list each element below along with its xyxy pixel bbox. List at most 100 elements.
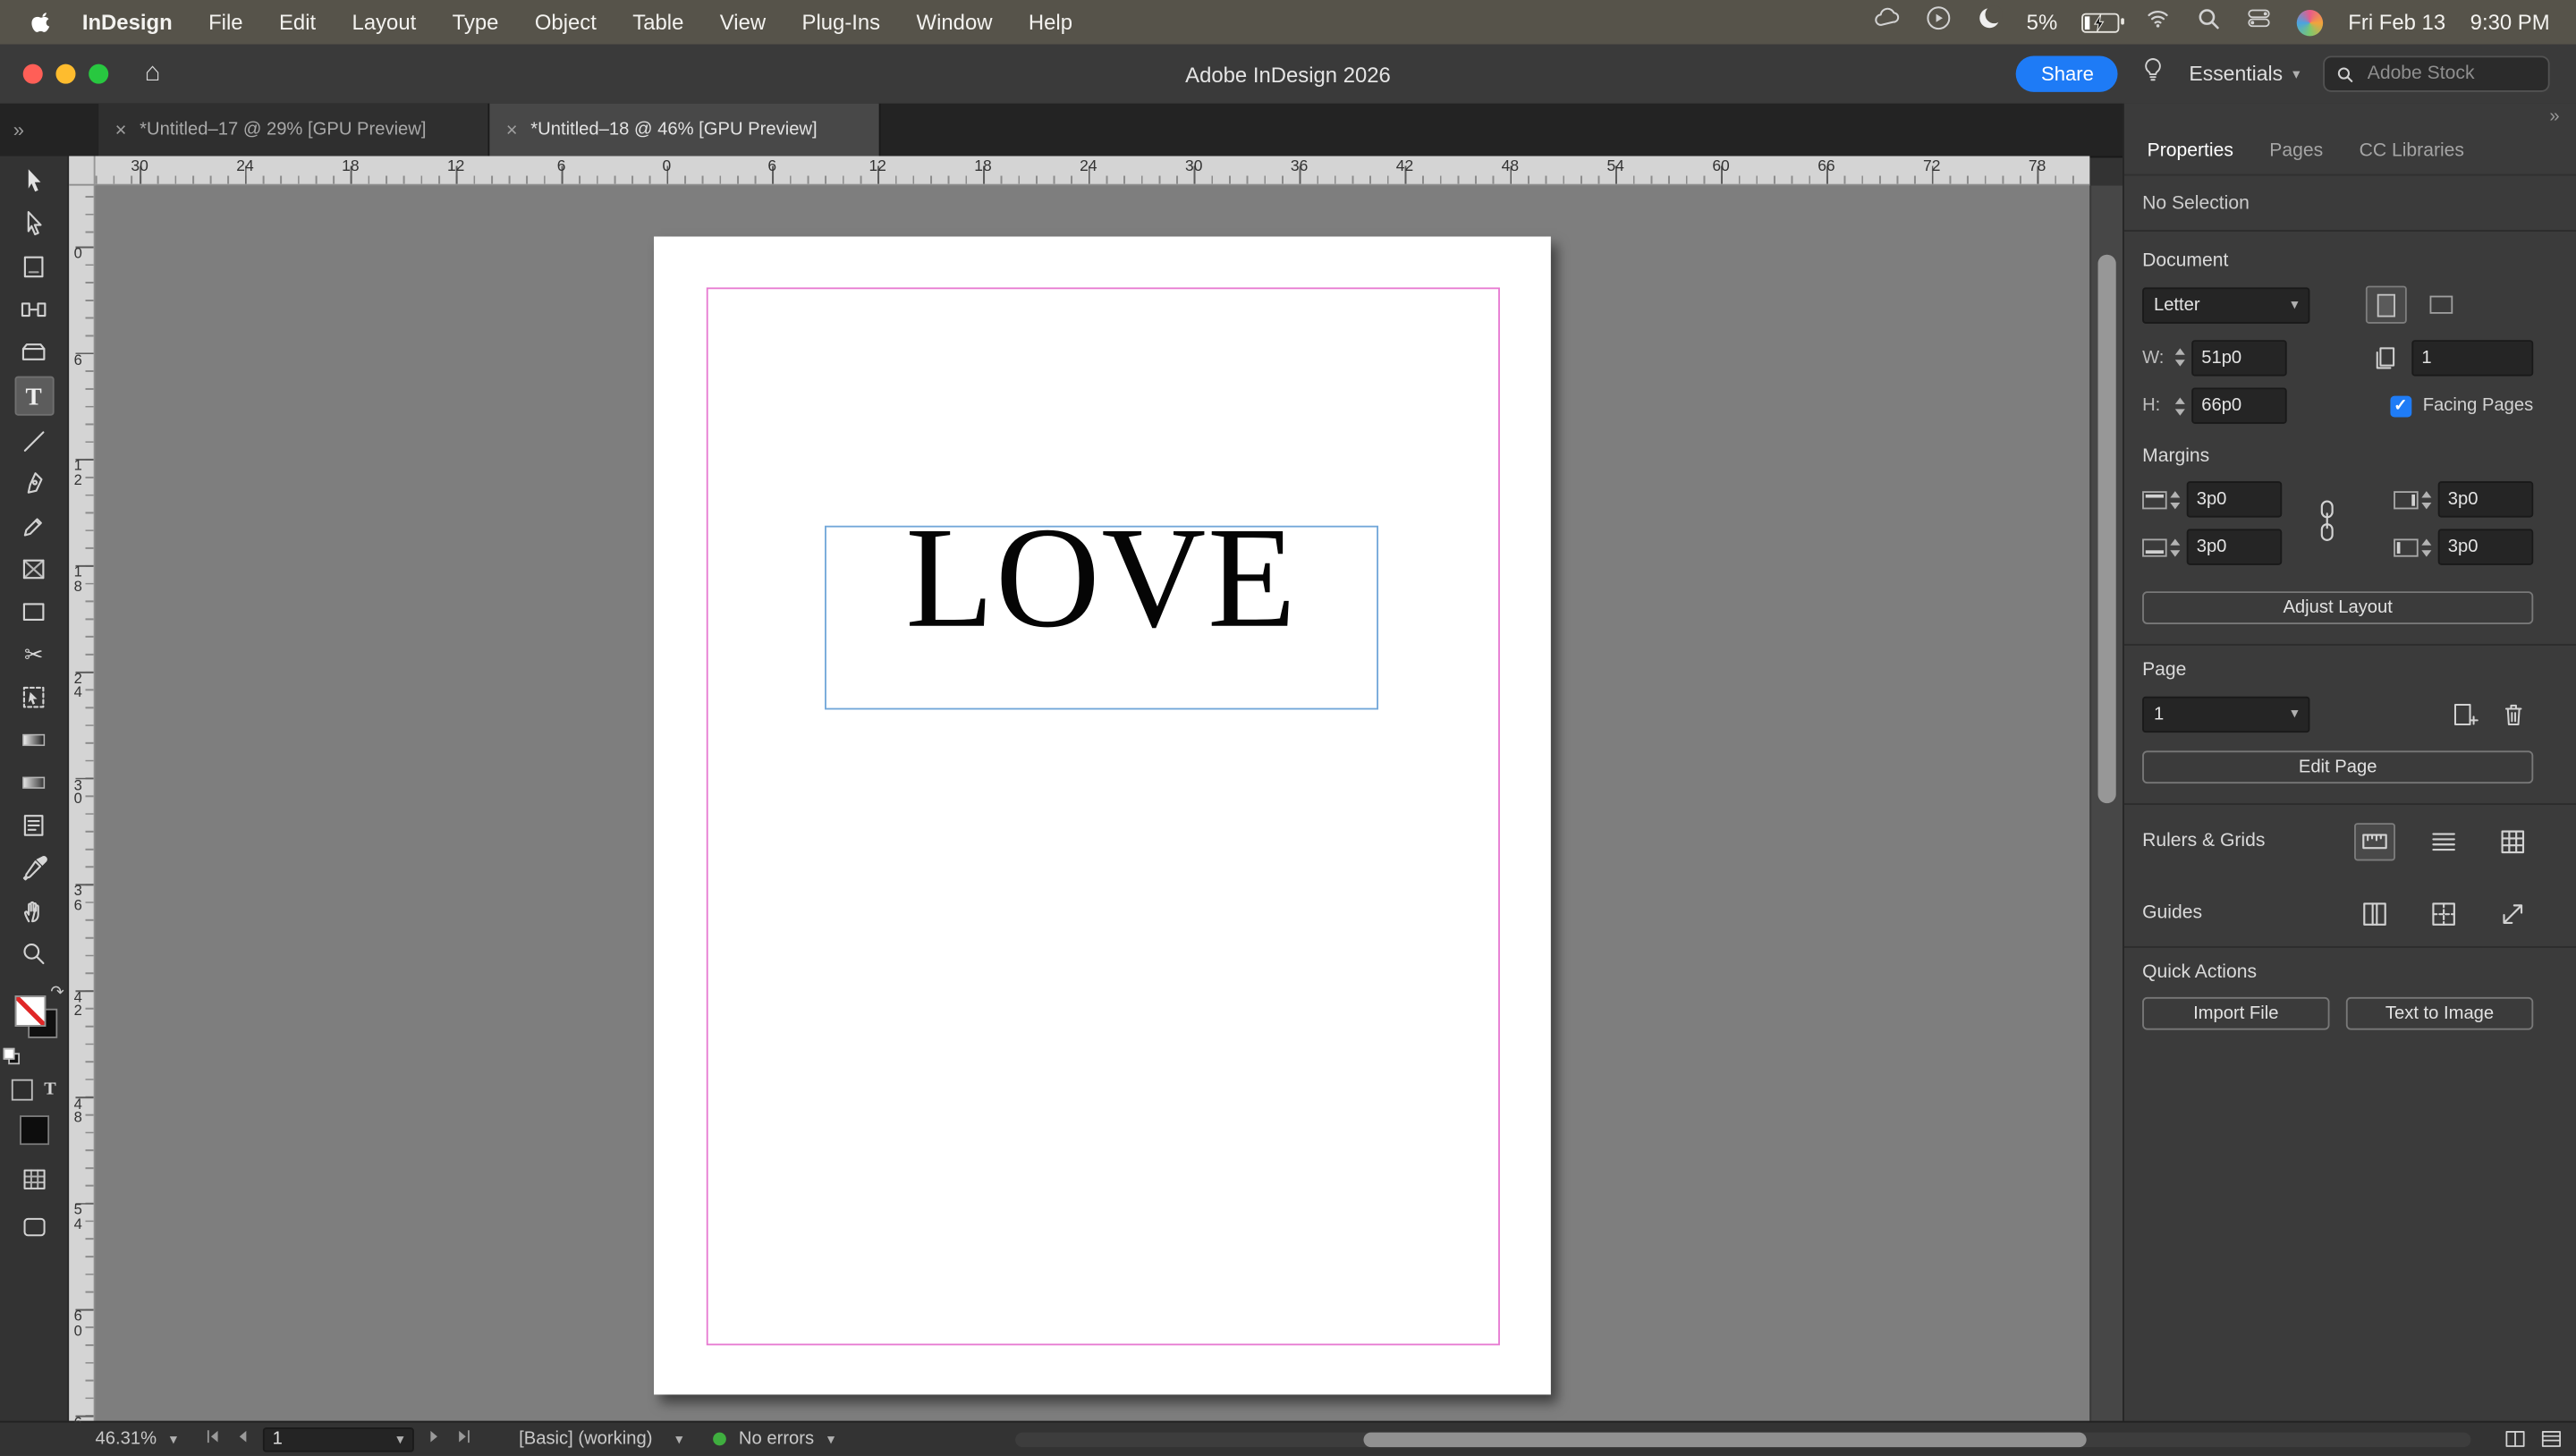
preflight-status[interactable]: No errors ▾ (712, 1430, 835, 1450)
fill-none-swatch[interactable] (14, 995, 47, 1027)
wifi-icon[interactable] (2145, 6, 2173, 38)
menu-table[interactable]: Table (614, 10, 701, 35)
stock-search-input[interactable] (2364, 62, 2537, 86)
height-stepper[interactable] (2174, 396, 2185, 415)
page-tool[interactable] (0, 245, 67, 288)
learn-bulb-icon[interactable] (2141, 55, 2166, 91)
rectangle-tool[interactable] (0, 589, 67, 632)
smart-guides-icon[interactable] (2492, 894, 2533, 932)
scissors-tool[interactable]: ✂ (0, 632, 67, 675)
apply-color-swatch[interactable] (19, 1115, 49, 1146)
document-tab-untitled-18[interactable]: × *Untitled–18 @ 46% [GPU Preview] (489, 103, 881, 157)
default-fill-stroke-icon[interactable] (3, 1047, 21, 1065)
panel-overflow-icon[interactable]: » (2549, 106, 2559, 125)
vertical-scrollbar-thumb[interactable] (2097, 254, 2116, 804)
guide-grid-icon[interactable] (2423, 894, 2464, 932)
orientation-portrait-button[interactable] (2365, 285, 2407, 324)
document-page[interactable]: LOVE (654, 236, 1551, 1395)
workspace-switcher[interactable]: Essentials ▾ (2189, 63, 2300, 86)
menu-object[interactable]: Object (517, 10, 614, 35)
user-avatar[interactable] (2297, 9, 2324, 36)
vertical-ruler[interactable]: 0 6 12 18 24 30 36 42 48 54 60 66 (69, 185, 96, 1424)
page-size-select[interactable]: Letter ▾ (2142, 286, 2310, 323)
margin-top-stepper[interactable] (2170, 490, 2181, 509)
margin-right-stepper[interactable] (2421, 490, 2432, 509)
tab-pages[interactable]: Pages (2269, 141, 2323, 161)
height-field[interactable] (2191, 387, 2287, 424)
menu-plugins[interactable]: Plug-Ins (784, 10, 898, 35)
horizontal-scrollbar-thumb[interactable] (1363, 1432, 2087, 1447)
selection-tool[interactable] (0, 159, 67, 202)
rectangle-frame-tool[interactable] (0, 547, 67, 590)
text-frame[interactable]: LOVE (825, 507, 1379, 710)
formatting-container-icon[interactable] (11, 1079, 33, 1101)
document-grid-icon[interactable] (2492, 822, 2533, 859)
menu-layout[interactable]: Layout (334, 10, 434, 35)
content-collector-tool[interactable] (0, 330, 67, 373)
margin-bottom-field[interactable] (2186, 529, 2283, 565)
line-tool[interactable] (0, 419, 67, 461)
menubar-date[interactable]: Fri Feb 13 (2348, 10, 2445, 35)
menu-file[interactable]: File (191, 10, 261, 35)
ruler-origin-corner[interactable] (69, 156, 96, 186)
width-field[interactable] (2191, 339, 2287, 376)
play-circle-icon[interactable] (1925, 5, 1951, 40)
close-tab-icon[interactable]: × (115, 118, 127, 141)
pen-tool[interactable] (0, 461, 67, 504)
frame-text[interactable]: LOVE (826, 507, 1377, 653)
add-page-icon[interactable] (2445, 695, 2486, 732)
apple-menu-icon[interactable] (30, 10, 51, 35)
pages-count-field[interactable] (2411, 339, 2534, 376)
control-center-icon[interactable] (2246, 6, 2272, 38)
pasteboard[interactable]: LOVE (95, 185, 2090, 1424)
margin-right-field[interactable] (2437, 481, 2534, 518)
pages-overview-icon[interactable] (2504, 1428, 2527, 1456)
free-transform-tool[interactable] (0, 675, 67, 718)
home-icon[interactable]: ⌂ (145, 60, 161, 87)
margin-left-field[interactable] (2437, 529, 2534, 565)
note-tool[interactable] (0, 803, 67, 846)
adjust-layout-button[interactable]: Adjust Layout (2142, 591, 2534, 624)
orientation-landscape-button[interactable] (2420, 286, 2462, 324)
zoom-window-button[interactable] (89, 63, 109, 84)
spotlight-search-icon[interactable] (2197, 5, 2222, 38)
close-tab-icon[interactable]: × (506, 118, 518, 141)
menu-edit[interactable]: Edit (261, 10, 335, 35)
previous-page-button[interactable] (233, 1428, 251, 1452)
direct-selection-tool[interactable] (0, 202, 67, 245)
delete-page-icon[interactable] (2492, 695, 2533, 732)
pencil-tool[interactable] (0, 504, 67, 547)
zoom-level-select[interactable]: 46.31% ▾ (96, 1430, 178, 1450)
text-to-image-button[interactable]: Text to Image (2345, 996, 2534, 1030)
margin-left-stepper[interactable] (2421, 538, 2432, 556)
gradient-feather-tool[interactable] (0, 760, 67, 803)
minimize-window-button[interactable] (55, 63, 76, 84)
horizontal-ruler[interactable]: 30 24 18 12 6 0 6 12 18 24 30 36 42 48 54 60 66 72 78 (95, 156, 2090, 186)
close-window-button[interactable] (22, 63, 43, 84)
show-rulers-icon[interactable] (2354, 822, 2395, 860)
next-page-button[interactable] (425, 1428, 443, 1452)
focus-moon-icon[interactable] (1976, 5, 2003, 40)
first-page-button[interactable] (203, 1428, 221, 1452)
margin-top-field[interactable] (2186, 481, 2283, 518)
tab-properties[interactable]: Properties (2148, 141, 2233, 161)
menu-view[interactable]: View (702, 10, 784, 35)
tab-overflow-icon[interactable]: » (0, 104, 98, 157)
view-options-icon[interactable] (0, 1166, 67, 1192)
hand-tool[interactable] (0, 889, 67, 932)
creative-cloud-icon[interactable] (1872, 5, 1900, 40)
width-stepper[interactable] (2174, 348, 2185, 367)
menu-window[interactable]: Window (898, 10, 1010, 35)
eyedropper-tool[interactable] (0, 846, 67, 889)
current-page-select[interactable]: 1 ▾ (2142, 695, 2310, 732)
share-button[interactable]: Share (2016, 55, 2119, 92)
adobe-stock-search[interactable] (2323, 55, 2550, 92)
edit-page-button[interactable]: Edit Page (2142, 750, 2534, 784)
import-file-button[interactable]: Import File (2142, 996, 2330, 1030)
screen-mode-icon[interactable] (0, 1214, 67, 1240)
preflight-profile-select[interactable]: [Basic] (working) ▾ (519, 1430, 682, 1450)
last-page-button[interactable] (454, 1428, 472, 1452)
tab-cc-libraries[interactable]: CC Libraries (2360, 141, 2464, 161)
link-margins-icon[interactable] (2315, 498, 2340, 549)
formatting-text-icon[interactable]: T (44, 1080, 55, 1099)
